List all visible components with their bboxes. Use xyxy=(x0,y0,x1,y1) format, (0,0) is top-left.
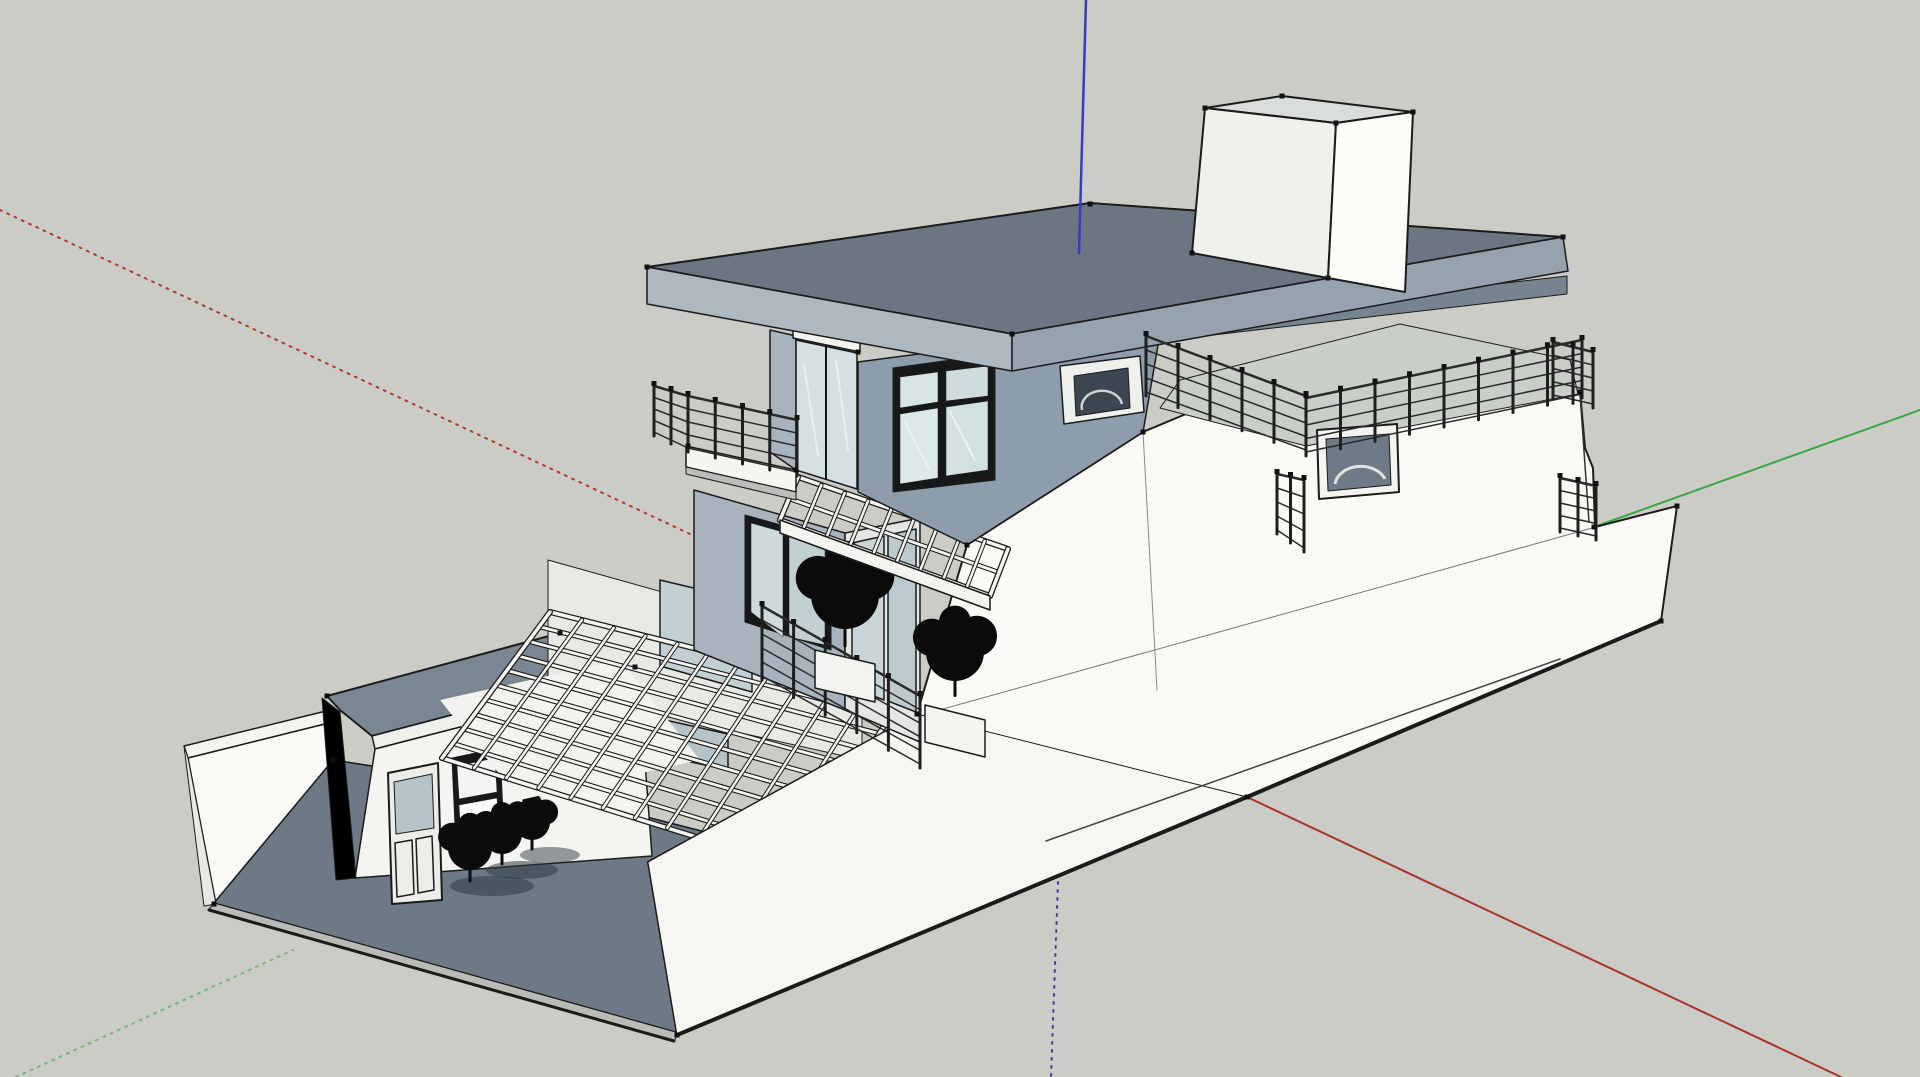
vertex-dot xyxy=(1245,795,1250,800)
axis-green-dotted xyxy=(16,950,293,1077)
vertex-dot xyxy=(1659,619,1664,624)
balcony-railing-return[interactable] xyxy=(652,381,657,386)
vertex-dot xyxy=(915,712,920,717)
terrace-railing-corner[interactable] xyxy=(1551,337,1556,342)
vertex-dot xyxy=(1578,390,1583,395)
vertex-dot xyxy=(325,694,330,699)
terrace-railing-front[interactable] xyxy=(1373,379,1378,384)
vertex-dot xyxy=(1675,504,1680,509)
axis-green-solid xyxy=(1594,410,1920,527)
balcony-railing[interactable] xyxy=(795,415,800,420)
stair-tower-se-face[interactable] xyxy=(1328,112,1413,292)
right-wall-railing[interactable] xyxy=(1558,473,1563,478)
terrace-railing-front[interactable] xyxy=(1338,386,1343,391)
second-floor-sw-wall[interactable] xyxy=(770,330,796,470)
vertex-dot xyxy=(1088,202,1093,207)
vertex-dot xyxy=(633,665,638,670)
vertex-dot xyxy=(794,468,799,473)
terrace-railing-left[interactable] xyxy=(1240,367,1245,372)
vertex-dot xyxy=(675,1033,680,1038)
vertex-dot xyxy=(1190,251,1195,256)
terrace-railing-left[interactable] xyxy=(1144,331,1149,336)
sketchup-viewport[interactable] xyxy=(0,0,1920,1077)
balcony-plant[interactable] xyxy=(939,606,971,638)
vertex-dot xyxy=(1334,121,1339,126)
terrace-railing-front[interactable] xyxy=(1511,350,1516,355)
second-floor-window-pane[interactable] xyxy=(900,372,938,408)
vertex-dot xyxy=(856,350,861,355)
bush-shadow xyxy=(486,861,558,879)
vertex-dot xyxy=(331,758,336,763)
terrace-railing-front[interactable] xyxy=(1580,335,1585,340)
model-canvas xyxy=(0,0,1920,1077)
vertex-dot xyxy=(1010,332,1015,337)
terrace-railing-front[interactable] xyxy=(1476,357,1481,362)
vertex-dot xyxy=(1592,525,1597,530)
wing-edge-railing[interactable] xyxy=(1288,472,1293,477)
outbuilding-door-glass[interactable] xyxy=(394,774,434,834)
vertex-dot xyxy=(558,631,563,636)
first-floor-railing[interactable] xyxy=(791,619,796,624)
first-floor-railing[interactable] xyxy=(886,673,891,678)
vertex-dot xyxy=(965,543,970,548)
vertex-dot xyxy=(1203,106,1208,111)
wing-edge-railing[interactable] xyxy=(1275,469,1280,474)
right-wall-railing[interactable] xyxy=(1594,481,1599,486)
terrace-railing-corner[interactable] xyxy=(1571,342,1576,347)
vertex-dot xyxy=(686,444,691,449)
second-floor-window-pane[interactable] xyxy=(946,366,988,401)
terrace-railing-front[interactable] xyxy=(1407,371,1412,376)
terrace-railing-left[interactable] xyxy=(1176,343,1181,348)
right-wall-railing[interactable] xyxy=(1576,477,1581,482)
vertex-dot xyxy=(645,265,650,270)
vertex-dot xyxy=(1141,430,1146,435)
second-floor-window-pane[interactable] xyxy=(946,401,988,476)
axis-blue-dotted xyxy=(1051,882,1058,1077)
vertex-dot xyxy=(212,902,217,907)
bush-shadow xyxy=(520,847,580,863)
balcony-railing[interactable] xyxy=(740,403,745,408)
terrace-railing-left[interactable] xyxy=(1272,379,1277,384)
first-floor-railing[interactable] xyxy=(918,691,923,696)
terrace-railing-front[interactable] xyxy=(1304,393,1309,398)
first-floor-railing[interactable] xyxy=(823,637,828,642)
terrace-railing-front[interactable] xyxy=(1442,364,1447,369)
bush-shadow xyxy=(450,876,534,896)
balcony-railing[interactable] xyxy=(686,391,691,396)
terrace-railing-left[interactable] xyxy=(1208,355,1213,360)
wing-edge-railing[interactable] xyxy=(1302,475,1307,480)
first-floor-railing[interactable] xyxy=(760,601,765,606)
balcony-railing[interactable] xyxy=(767,409,772,414)
vertex-dot xyxy=(1280,94,1285,99)
terrace-railing-front[interactable] xyxy=(1545,342,1550,347)
axis-red-solid xyxy=(1247,797,1841,1077)
vertex-dot xyxy=(1411,110,1416,115)
axis-red-dotted xyxy=(0,210,690,534)
vertex-dot xyxy=(1561,235,1566,240)
terrace-railing-corner[interactable] xyxy=(1591,347,1596,352)
balcony-railing[interactable] xyxy=(713,397,718,402)
stair-tower-sw-face[interactable] xyxy=(1192,108,1336,278)
second-floor-window-pane[interactable] xyxy=(900,408,938,484)
vertex-dot xyxy=(1326,276,1331,281)
balcony-railing-return[interactable] xyxy=(669,386,674,391)
